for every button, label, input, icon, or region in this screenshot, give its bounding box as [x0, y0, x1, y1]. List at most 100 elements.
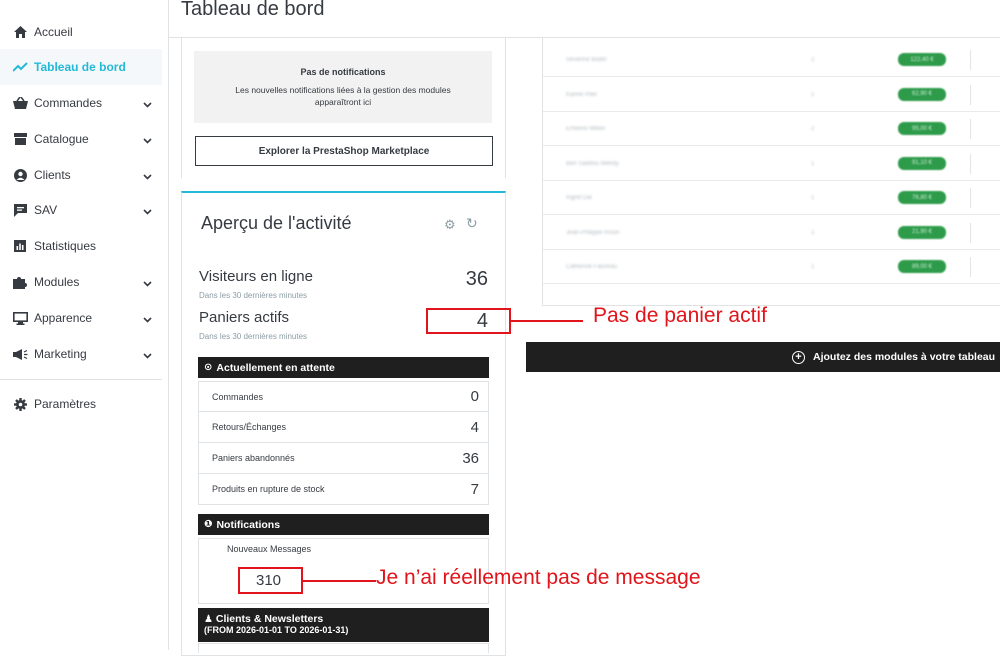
customer-name: Severine Bodin [566, 57, 607, 63]
info-icon: ❶ [204, 519, 213, 530]
sidebar-item-label: Catalogue [34, 132, 89, 146]
sidebar-item-clients[interactable]: Clients [0, 157, 162, 193]
sidebar-item-label: SAV [34, 203, 58, 217]
pending-row-returns[interactable]: Retours/Échanges 4 [198, 412, 489, 443]
sidebar-item-apparence[interactable]: Apparence [0, 300, 162, 336]
sidebar-item-label: Accueil [34, 25, 73, 39]
column-divider [970, 222, 971, 243]
sidebar-item-label: Commandes [34, 96, 103, 110]
plus-circle-icon: + [792, 350, 805, 364]
add-modules-button[interactable]: + Ajoutez des modules à votre tableau [526, 342, 1000, 372]
pending-row-value: 36 [462, 449, 479, 467]
add-modules-label: Ajoutez des modules à votre tableau [813, 351, 996, 363]
column-divider [970, 188, 971, 208]
customer-name: Jean-Philippe Rosin [566, 229, 620, 236]
new-messages-label: Nouveaux Messages [227, 544, 312, 554]
column-divider [970, 257, 971, 277]
user-circle-icon [12, 168, 28, 182]
bar-chart-icon [12, 239, 28, 253]
chevron-down-icon [143, 348, 152, 362]
chat-icon [12, 203, 28, 217]
customer-name: Karine Pitel [566, 91, 597, 98]
amount-badge: 122,40 € [898, 53, 946, 66]
customer-name: Ben Saddou Mehdy [566, 160, 619, 167]
customer-quantity: 1 [811, 264, 815, 270]
refresh-icon[interactable]: ↻ [466, 215, 478, 232]
pending-row-label: Paniers abandonnés [212, 453, 295, 463]
monitor-icon [12, 311, 28, 325]
pending-section-title: Actuellement en attente [216, 361, 335, 374]
chevron-down-icon [143, 276, 152, 290]
sidebar-item-label: Modules [34, 275, 80, 289]
settings-gear-icon[interactable]: ⚙ [444, 217, 456, 233]
sidebar-border [168, 0, 169, 650]
sidebar-item-tableau-de-bord[interactable]: Tableau de bord [0, 49, 162, 85]
shopping-basket-icon [12, 96, 28, 110]
sidebar-item-statistiques[interactable]: Statistiques [0, 228, 162, 264]
sidebar-item-label: Marketing [34, 347, 87, 361]
activity-title: Aperçu de l'activité [201, 213, 352, 233]
empty-notifications-box: Pas de notifications Les nouvelles notif… [194, 51, 492, 123]
home-icon [12, 25, 28, 39]
amount-badge: 91,10 € [898, 156, 946, 170]
annotation-box-messages [238, 567, 303, 594]
annotation-box-carts [426, 308, 511, 334]
sidebar-item-label: Apparence [34, 311, 93, 325]
active-carts-label: Paniers actifs [199, 309, 290, 326]
explore-marketplace-button[interactable]: Explorer la PrestaShop Marketplace [195, 136, 493, 166]
visitors-online-sublabel: Dans les 30 dernières minutes [199, 291, 308, 300]
pending-row-value: 4 [470, 418, 479, 436]
chevron-down-icon [143, 97, 152, 111]
sidebar-item-label: Paramètres [34, 397, 97, 411]
pending-row-value: 7 [470, 480, 479, 498]
pending-row-orders[interactable]: Commandes 0 [198, 381, 489, 412]
notifications-section-title: Notifications [216, 518, 281, 531]
customer-quantity: 1 [811, 160, 815, 167]
sidebar-item-accueil[interactable]: Accueil [0, 14, 162, 50]
annotation-line-carts [510, 320, 583, 322]
sidebar: Accueil Tableau de bord Commandes Catalo… [0, 0, 162, 650]
customer-name: Emeline Millon [566, 126, 606, 132]
customer-quantity: 1 [811, 91, 815, 98]
empty-notifications-description: Les nouvelles notifications liées à la g… [235, 85, 451, 107]
pending-row-label: Produits en rupture de stock [212, 484, 325, 494]
store-icon [12, 132, 28, 146]
megaphone-icon [12, 347, 28, 361]
amount-badge: 76,80 € [898, 191, 946, 204]
chevron-down-icon [143, 204, 152, 218]
pending-row-value: 0 [470, 388, 479, 405]
sidebar-item-label: Tableau de bord [34, 60, 126, 74]
trending-up-icon [12, 60, 28, 74]
sidebar-item-sav[interactable]: SAV [0, 192, 162, 228]
empty-notifications-title: Pas de notifications [300, 67, 386, 77]
customer-quantity: 1 [811, 229, 815, 236]
clients-newsletters-title: Clients & Newsletters [215, 613, 324, 625]
amount-badge: 95,00 € [898, 122, 946, 135]
customer-name: Catherine Fauveau [566, 264, 618, 270]
column-divider [970, 84, 971, 105]
sidebar-item-parametres[interactable]: Paramètres [0, 386, 162, 422]
sidebar-item-modules[interactable]: Modules [0, 264, 162, 300]
customer-quantity: 2 [811, 57, 815, 63]
clients-newsletters-header: ♟ Clients & Newsletters (FROM 2026-01-01… [198, 608, 489, 642]
column-divider [970, 119, 971, 139]
amount-badge: 62,90 € [898, 87, 946, 101]
visitors-online-label: Visiteurs en ligne [199, 268, 313, 285]
pending-row-abandoned-carts[interactable]: Paniers abandonnés 36 [198, 443, 489, 474]
chevron-down-icon [143, 169, 152, 183]
pending-row-label: Commandes [212, 391, 264, 402]
sidebar-divider [0, 379, 162, 380]
sidebar-item-commandes[interactable]: Commandes [0, 85, 162, 121]
column-divider [970, 153, 971, 174]
pending-section-header: ⊙ Actuellement en attente [198, 357, 489, 378]
sidebar-item-marketing[interactable]: Marketing [0, 336, 162, 372]
user-icon: ♟ [204, 614, 213, 625]
chevron-down-icon [143, 133, 152, 147]
sidebar-item-catalogue[interactable]: Catalogue [0, 121, 162, 157]
pending-row-out-of-stock[interactable]: Produits en rupture de stock 7 [198, 474, 489, 505]
customer-quantity: 2 [811, 126, 815, 132]
chevron-down-icon [143, 312, 152, 326]
annotation-line-messages [302, 580, 376, 582]
sidebar-item-label: Clients [34, 168, 71, 182]
active-carts-sublabel: Dans les 30 dernières minutes [199, 332, 308, 341]
